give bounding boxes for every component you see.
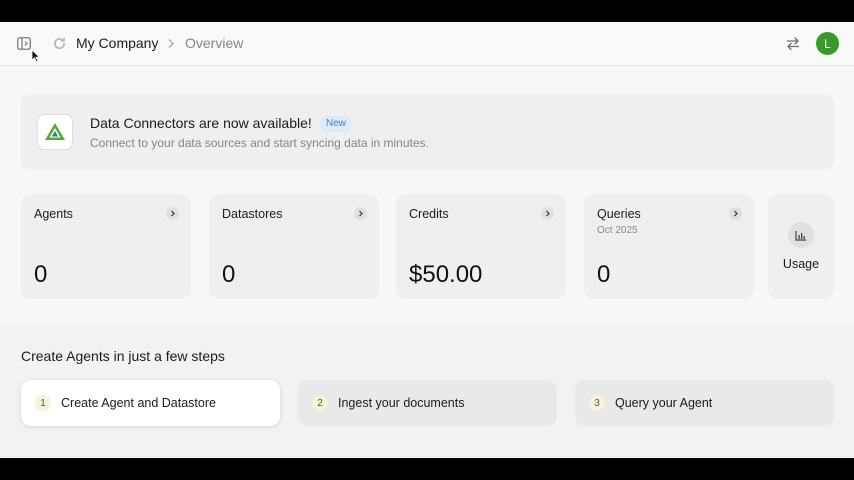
top-bar: My Company Overview L — [0, 22, 854, 66]
stat-value: 0 — [597, 261, 611, 288]
chevron-right-icon — [166, 36, 176, 50]
chevron-right-icon[interactable] — [354, 207, 367, 220]
steps-title: Create Agents in just a few steps — [21, 348, 225, 364]
step-label: Query your Agent — [615, 396, 713, 410]
stat-card-credits[interactable]: Credits $50.00 — [396, 194, 566, 299]
mouse-cursor-icon — [31, 49, 41, 63]
switch-arrows-icon[interactable] — [785, 36, 800, 51]
avatar[interactable]: L — [816, 32, 839, 55]
announcement-banner[interactable]: Data Connectors are now available! New C… — [21, 94, 834, 170]
stat-card-agents[interactable]: Agents 0 — [21, 194, 191, 299]
stat-period: Oct 2025 — [597, 225, 638, 236]
step-label: Create Agent and Datastore — [61, 396, 216, 410]
connector-logo-icon — [37, 114, 73, 150]
banner-title: Data Connectors are now available! — [90, 115, 312, 131]
stat-card-queries[interactable]: Queries Oct 2025 0 — [584, 194, 754, 299]
stat-value: 0 — [222, 261, 236, 288]
step-number: 1 — [35, 395, 51, 411]
bar-chart-icon — [788, 222, 814, 248]
stat-label: Datastores — [222, 207, 283, 221]
stat-value: 0 — [34, 261, 48, 288]
step-number: 3 — [589, 395, 605, 411]
step-3-button[interactable]: 3 Query your Agent — [575, 380, 834, 426]
usage-button[interactable]: Usage — [768, 194, 834, 299]
stat-card-datastores[interactable]: Datastores 0 — [209, 194, 379, 299]
breadcrumb-current: Overview — [185, 35, 244, 51]
usage-label: Usage — [782, 257, 820, 271]
chevron-right-icon[interactable] — [541, 207, 554, 220]
stat-value: $50.00 — [409, 261, 483, 288]
step-number: 2 — [312, 395, 328, 411]
chevron-right-icon[interactable] — [729, 207, 742, 220]
app-window: My Company Overview L Data Connectors ar… — [0, 22, 854, 458]
step-2-button[interactable]: 2 Ingest your documents — [298, 380, 557, 426]
company-name[interactable]: My Company — [76, 35, 158, 51]
step-label: Ingest your documents — [338, 396, 465, 410]
stat-label: Queries — [597, 207, 641, 221]
stat-label: Agents — [34, 207, 73, 221]
step-1-button[interactable]: 1 Create Agent and Datastore — [21, 380, 280, 426]
banner-subtitle: Connect to your data sources and start s… — [90, 136, 429, 150]
stat-label: Credits — [409, 207, 449, 221]
sidebar-toggle-icon[interactable] — [16, 36, 32, 50]
new-badge: New — [320, 116, 353, 132]
refresh-icon[interactable] — [51, 35, 67, 51]
chevron-right-icon[interactable] — [166, 207, 179, 220]
getting-started-section: Create Agents in just a few steps 1 Crea… — [0, 324, 854, 458]
